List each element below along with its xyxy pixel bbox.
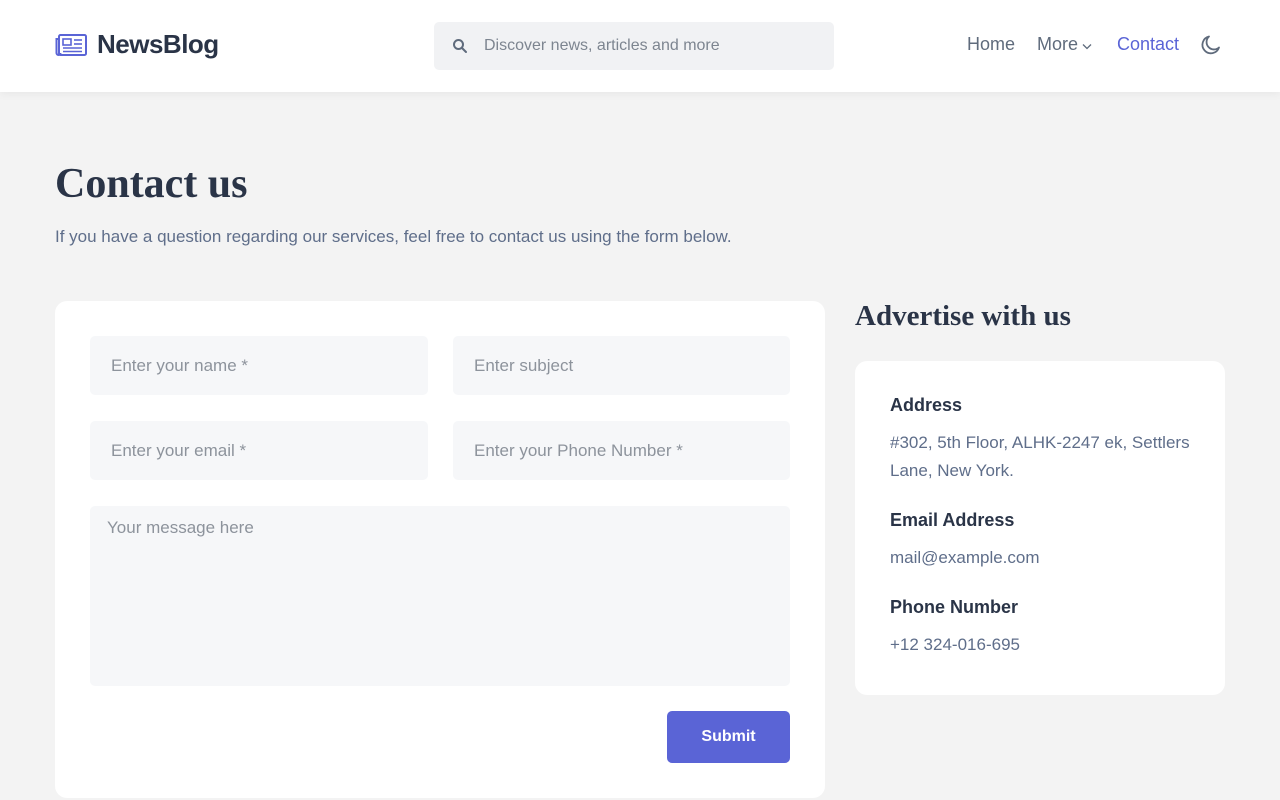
- contact-info-card: Address #302, 5th Floor, ALHK-2247 ek, S…: [855, 361, 1225, 695]
- nav-more-dropdown[interactable]: More: [1037, 34, 1092, 55]
- brand-logo[interactable]: NewsBlog: [55, 29, 219, 60]
- chevron-down-icon: [1082, 44, 1092, 50]
- page-subtitle: If you have a question regarding our ser…: [55, 227, 732, 246]
- address-value: #302, 5th Floor, ALHK-2247 ek, Settlers …: [890, 433, 1190, 480]
- search-input[interactable]: [484, 37, 804, 55]
- nav-more-label: More: [1037, 34, 1079, 54]
- phone-label: Phone Number: [890, 597, 1019, 617]
- nav-contact-link[interactable]: Contact: [1117, 34, 1179, 55]
- newspaper-icon: [55, 33, 87, 56]
- message-field[interactable]: [90, 506, 790, 686]
- site-header: NewsBlog Home More Contact: [0, 0, 1280, 92]
- submit-button[interactable]: Submit: [667, 711, 790, 763]
- name-field[interactable]: [90, 336, 428, 395]
- email-value[interactable]: mail@example.com: [890, 544, 1200, 572]
- brand-name: NewsBlog: [97, 29, 219, 59]
- email-label: Email Address: [890, 510, 1015, 530]
- page-title: Contact us: [55, 161, 248, 207]
- phone-value[interactable]: +12 324-016-695: [890, 631, 1200, 659]
- phone-field[interactable]: [453, 421, 790, 480]
- subject-field[interactable]: [453, 336, 790, 395]
- search-icon: [453, 39, 467, 53]
- email-field[interactable]: [90, 421, 428, 480]
- advertise-heading: Advertise with us: [855, 300, 1071, 332]
- nav-home-link[interactable]: Home: [967, 34, 1015, 55]
- address-label: Address: [890, 395, 963, 415]
- contact-form: Submit: [55, 301, 825, 798]
- search-bar[interactable]: [434, 22, 834, 70]
- moon-icon[interactable]: [1199, 33, 1223, 57]
